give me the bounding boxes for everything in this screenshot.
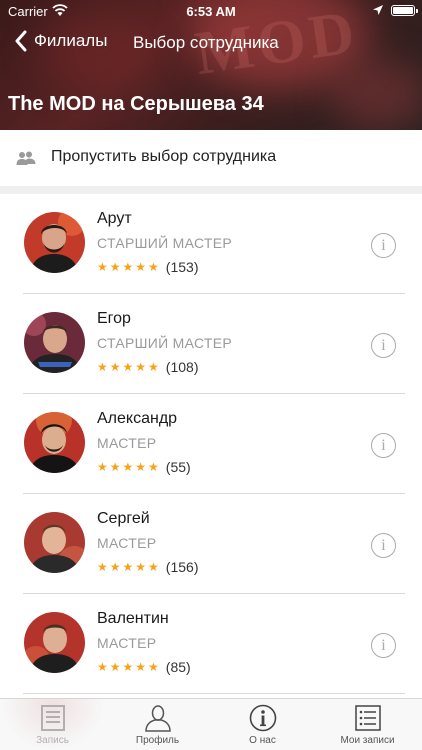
location-arrow-icon: [373, 5, 383, 15]
avatar: [24, 512, 85, 573]
staff-role: СТАРШИЙ МАСТЕР: [97, 335, 233, 351]
chevron-left-icon: [15, 30, 27, 52]
staff-name: Валентин: [97, 610, 169, 627]
avatar: [24, 212, 85, 273]
staff-name: Егор: [97, 310, 131, 327]
rating: ★★★★★ (85): [97, 659, 191, 675]
section-separator: [0, 186, 422, 194]
header-banner: MOD Carrier 6:53 AM Филиалы Выбор сотруд…: [0, 0, 422, 130]
tab-label: Запись: [36, 735, 69, 746]
group-icon: [16, 151, 36, 165]
skip-staff-selection-row[interactable]: Пропустить выбор сотрудника: [0, 130, 422, 186]
checklist-icon: [354, 705, 381, 731]
neon-glow: [330, 60, 422, 130]
staff-name: Сергей: [97, 510, 150, 527]
back-label: Филиалы: [34, 31, 108, 50]
staff-row[interactable]: Александр МАСТЕР ★★★★★ (55) i: [0, 394, 422, 494]
star-rating-icon: ★★★★★: [97, 660, 161, 674]
tab-profile[interactable]: Профиль: [105, 699, 210, 750]
staff-row[interactable]: Валентин МАСТЕР ★★★★★ (85) i: [0, 594, 422, 694]
star-rating-icon: ★★★★★: [97, 460, 161, 474]
star-rating-icon: ★★★★★: [97, 360, 161, 374]
review-count: (153): [165, 259, 199, 275]
nav-title: Выбор сотрудника: [133, 33, 279, 52]
staff-role: МАСТЕР: [97, 435, 157, 451]
info-button[interactable]: i: [371, 333, 396, 358]
avatar: [24, 412, 85, 473]
tab-my-bookings[interactable]: Мои записи: [315, 699, 420, 750]
staff-name: Александр: [97, 410, 178, 427]
tab-label: Мои записи: [340, 735, 395, 746]
star-rating-icon: ★★★★★: [97, 560, 161, 574]
star-rating-icon: ★★★★★: [97, 260, 161, 274]
staff-name: Арут: [97, 210, 132, 227]
tab-label: Профиль: [135, 735, 180, 746]
tab-label: О нас: [249, 735, 276, 746]
review-count: (55): [165, 459, 191, 475]
review-count: (156): [165, 559, 199, 575]
person-icon: [144, 705, 171, 732]
avatar: [24, 612, 85, 673]
review-count: (108): [165, 359, 199, 375]
rating: ★★★★★ (156): [97, 559, 198, 575]
branch-title: The MOD на Серышева 34: [8, 93, 264, 115]
staff-row[interactable]: Арут СТАРШИЙ МАСТЕР ★★★★★ (153) i: [0, 194, 422, 294]
skip-label: Пропустить выбор сотрудника: [51, 148, 277, 165]
document-list-icon: [40, 705, 65, 731]
back-button[interactable]: Филиалы: [14, 30, 107, 52]
info-button[interactable]: i: [371, 233, 396, 258]
divider: [23, 693, 405, 694]
staff-role: МАСТЕР: [97, 535, 157, 551]
info-circle-icon: [249, 704, 276, 732]
info-button[interactable]: i: [371, 633, 396, 658]
staff-role: СТАРШИЙ МАСТЕР: [97, 235, 233, 251]
info-button[interactable]: i: [371, 533, 396, 558]
rating: ★★★★★ (55): [97, 459, 191, 475]
review-count: (85): [165, 659, 191, 675]
staff-row[interactable]: Сергей МАСТЕР ★★★★★ (156) i: [0, 494, 422, 594]
status-bar: Carrier 6:53 AM: [0, 0, 422, 22]
rating: ★★★★★ (108): [97, 359, 198, 375]
tab-about[interactable]: О нас: [210, 699, 315, 750]
tab-bar: Запись Профиль О нас Мои записи: [0, 698, 422, 750]
info-button[interactable]: i: [371, 433, 396, 458]
staff-list: Арут СТАРШИЙ МАСТЕР ★★★★★ (153) i Егор С…: [0, 194, 422, 694]
staff-row[interactable]: Егор СТАРШИЙ МАСТЕР ★★★★★ (108) i: [0, 294, 422, 394]
tab-booking[interactable]: Запись: [0, 699, 105, 750]
rating: ★★★★★ (153): [97, 259, 198, 275]
avatar: [24, 312, 85, 373]
clock: 6:53 AM: [186, 4, 236, 19]
battery-icon: [391, 5, 418, 16]
navigation-bar: Филиалы Выбор сотрудника: [0, 28, 422, 60]
staff-role: МАСТЕР: [97, 635, 157, 651]
